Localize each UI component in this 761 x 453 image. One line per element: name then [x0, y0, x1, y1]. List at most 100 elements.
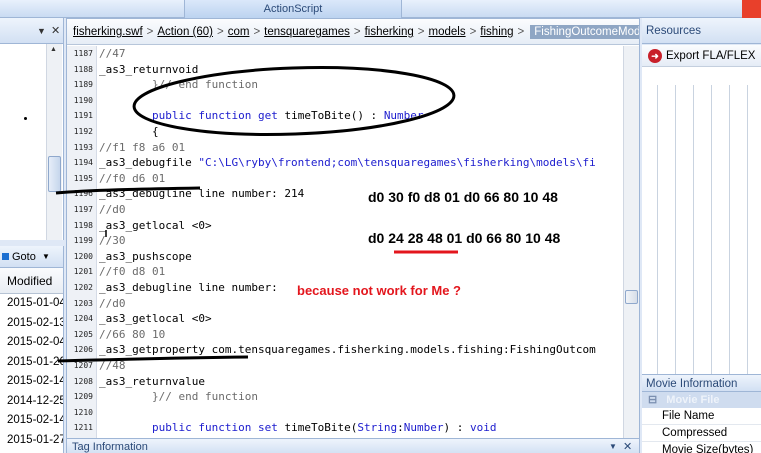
line-number: 1209: [67, 392, 95, 402]
tag-information-header: Tag Information ▼ ✕: [67, 438, 639, 453]
breadcrumb-separator-icon: >: [217, 26, 224, 38]
line-number: 1202: [67, 283, 95, 292]
line-number: 1207: [67, 361, 95, 370]
modified-list: 2015-01-04 2015-02-13 2015-02-04 2015-01-26…: [0, 294, 63, 450]
breadcrumb-separator-icon: >: [353, 26, 361, 38]
breadcrumb-item[interactable]: fisherking.swf: [73, 26, 143, 38]
breadcrumb-separator-icon: >: [146, 26, 154, 38]
line-number: 1199: [67, 236, 95, 246]
pin-icon[interactable]: ▼: [609, 439, 617, 453]
breadcrumb-separator-icon: >: [517, 26, 525, 38]
breadcrumb-item[interactable]: fisherking: [365, 26, 414, 38]
property-row[interactable]: File Name: [642, 408, 761, 425]
scroll-up-icon[interactable]: ▲: [50, 46, 57, 53]
line-number: 1196: [67, 189, 95, 199]
line-number: 1203: [67, 298, 95, 308]
list-item[interactable]: 2015-02-13: [0, 314, 63, 334]
left-panel-header: ▼ ✕: [0, 18, 63, 44]
goto-dropdown[interactable]: Goto ▼: [0, 246, 63, 268]
line-number: 1188: [67, 64, 95, 74]
breadcrumb: fisherking.swf > Action (60) > com > tensquare…: [67, 19, 639, 45]
line-number: 1210: [67, 407, 95, 417]
code-line[interactable]: //f0 d6 01: [99, 172, 165, 185]
breadcrumb-item[interactable]: com: [228, 26, 250, 38]
line-number: 1201: [67, 267, 95, 277]
pin-icon[interactable]: ▼: [37, 26, 46, 36]
breadcrumb-item[interactable]: Action (60): [157, 26, 213, 38]
list-item[interactable]: 2015-02-14: [0, 411, 63, 431]
left-tree-panel: ▼ ✕ ▲: [0, 18, 64, 240]
code-line[interactable]: }// end function: [99, 78, 258, 91]
export-fla-button[interactable]: ➜ Export FLA/FLEX: [642, 45, 761, 67]
scrollbar-thumb[interactable]: [48, 156, 61, 192]
code-line[interactable]: //48: [99, 359, 126, 372]
left-panel-scrollbar[interactable]: ▲: [46, 44, 62, 240]
close-icon[interactable]: ✕: [51, 24, 60, 37]
left-list-panel: Goto ▼ Modified 2015-01-04 2015-02-13 2015…: [0, 246, 64, 453]
tab-actionscript[interactable]: ActionScript: [184, 0, 402, 18]
breadcrumb-item[interactable]: models: [429, 26, 466, 38]
code-line[interactable]: //30: [99, 234, 126, 247]
bullet-marker: [24, 117, 27, 120]
code-line[interactable]: _as3_returnvalue: [99, 375, 205, 388]
collapse-icon[interactable]: ⊟: [648, 394, 657, 406]
line-number: 1190: [67, 95, 95, 105]
code-line[interactable]: _as3_returnvoid: [99, 63, 198, 76]
code-line[interactable]: //f1 f8 a6 01: [99, 141, 185, 154]
code-scrollbar-thumb[interactable]: [625, 290, 638, 304]
line-number: 1187: [67, 49, 95, 58]
list-item[interactable]: 2015-02-14: [0, 372, 63, 392]
code-line[interactable]: _as3_debugline line number:: [99, 281, 284, 294]
line-number: 1205: [67, 329, 95, 339]
code-line[interactable]: //d0: [99, 203, 126, 216]
line-number: 1191: [67, 111, 95, 121]
line-number: 1192: [67, 127, 95, 136]
list-item[interactable]: 2015-01-27: [0, 431, 63, 451]
line-number: 1211: [67, 423, 95, 433]
movie-information-grid: ⊟ Movie File File Name Compressed Movie Si…: [642, 392, 761, 453]
line-number: 1194: [67, 158, 95, 168]
movie-information-header: Movie Information: [642, 374, 761, 392]
list-item[interactable]: 2015-01-26: [0, 353, 63, 373]
code-line[interactable]: _as3_debugfile "C:\LG\ryby\frontend;com\…: [99, 156, 596, 169]
code-line[interactable]: _as3_debugline line number: 214: [99, 187, 304, 200]
code-line[interactable]: _as3_getlocal <0>: [99, 312, 212, 325]
annotation-hex-original: d0 30 f0 d8 01 d0 66 80 10 48: [368, 189, 558, 205]
right-panel: Resources ➜ Export FLA/FLEX Movie Inform…: [642, 18, 761, 453]
list-item[interactable]: 2015-01-04: [0, 294, 63, 314]
code-line[interactable]: //47: [99, 47, 126, 60]
breadcrumb-separator-icon: >: [253, 26, 261, 38]
close-icon[interactable]: ✕: [623, 439, 632, 453]
annotation-hex-modified: d0 24 28 48 01 d0 66 80 10 48: [368, 230, 561, 246]
breadcrumb-separator-icon: >: [417, 26, 425, 38]
export-icon: ➜: [648, 49, 662, 63]
tag-information-title: Tag Information: [72, 441, 148, 453]
list-item[interactable]: 2014-12-25: [0, 392, 63, 412]
goto-label: Goto: [12, 251, 36, 263]
line-number: 1206: [67, 345, 95, 355]
movie-file-group[interactable]: ⊟ Movie File: [642, 392, 761, 408]
code-line[interactable]: _as3_pushscope: [99, 250, 192, 263]
code-line[interactable]: //f0 d8 01: [99, 265, 165, 278]
code-scrollbar[interactable]: [623, 46, 639, 438]
chevron-down-icon: ▼: [42, 252, 50, 261]
code-line[interactable]: //66 80 10: [99, 328, 165, 341]
line-number: 1200: [67, 251, 95, 261]
code-line[interactable]: public function set timeToBite(String:Nu…: [99, 421, 496, 434]
code-line[interactable]: _as3_getproperty com.tensquaregames.fish…: [99, 343, 596, 356]
line-number: 1208: [67, 376, 95, 386]
breadcrumb-item[interactable]: fishing: [480, 26, 513, 38]
breadcrumb-item[interactable]: tensquaregames: [264, 26, 350, 38]
property-row[interactable]: Compressed: [642, 425, 761, 442]
code-line[interactable]: //d0: [99, 297, 126, 310]
code-line[interactable]: public function get timeToBite() : Numbe…: [99, 109, 424, 122]
list-item[interactable]: 2015-02-04: [0, 333, 63, 353]
column-header-modified[interactable]: Modified: [0, 268, 63, 294]
property-row[interactable]: Movie Size(bytes): [642, 442, 761, 453]
top-bar: ActionScript: [0, 0, 761, 18]
goto-icon: [2, 253, 9, 260]
resources-body: ➜ Export FLA/FLEX: [642, 45, 761, 385]
code-line[interactable]: }// end function: [99, 390, 258, 403]
code-line[interactable]: {: [99, 125, 159, 138]
code-line[interactable]: _as3_getlocal <0>: [99, 219, 212, 232]
